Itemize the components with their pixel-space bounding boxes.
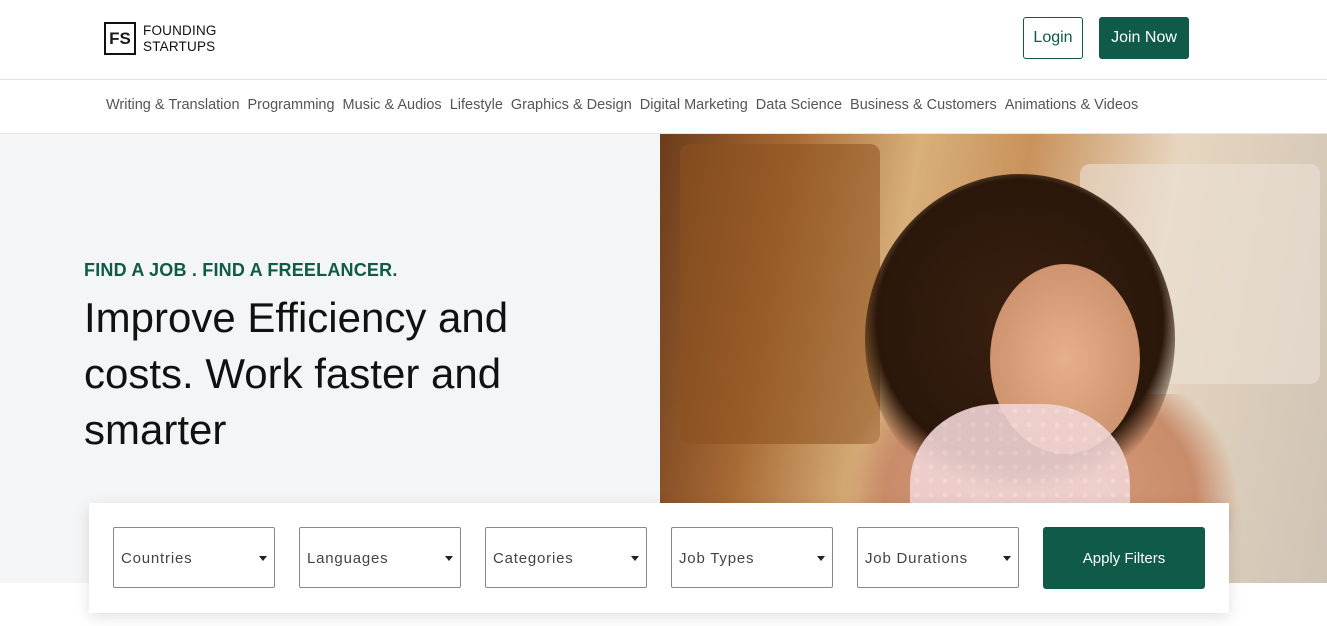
- join-now-button[interactable]: Join Now: [1099, 17, 1189, 59]
- logo-text: FOUNDING STARTUPS: [143, 23, 217, 55]
- categories-select-label: Categories: [493, 550, 574, 567]
- job-types-select[interactable]: Job Types: [671, 527, 833, 588]
- logo-text-line1: FOUNDING: [143, 22, 217, 38]
- logo-mark: FS: [104, 22, 136, 55]
- categories-select[interactable]: Categories: [485, 527, 647, 588]
- category-graphics-design[interactable]: Graphics & Design: [511, 97, 632, 113]
- languages-select[interactable]: Languages: [299, 527, 461, 588]
- category-business-customers[interactable]: Business & Customers: [850, 97, 997, 113]
- logo[interactable]: FS FOUNDING STARTUPS: [104, 22, 217, 55]
- logo-text-line2: STARTUPS: [143, 38, 216, 54]
- caret-down-icon: [817, 556, 825, 561]
- category-music-audios[interactable]: Music & Audios: [343, 97, 442, 113]
- category-lifestyle[interactable]: Lifestyle: [450, 97, 503, 113]
- caret-down-icon: [445, 556, 453, 561]
- caret-down-icon: [631, 556, 639, 561]
- job-durations-select-label: Job Durations: [865, 550, 968, 567]
- top-header: FS FOUNDING STARTUPS Login Join Now: [0, 0, 1327, 80]
- filter-bar: Countries Languages Categories Job Types…: [89, 503, 1229, 613]
- job-types-select-label: Job Types: [679, 550, 755, 567]
- job-durations-select[interactable]: Job Durations: [857, 527, 1019, 588]
- category-nav: Writing & Translation Programming Music …: [0, 80, 1327, 134]
- category-digital-marketing[interactable]: Digital Marketing: [640, 97, 748, 113]
- countries-select[interactable]: Countries: [113, 527, 275, 588]
- caret-down-icon: [259, 556, 267, 561]
- category-programming[interactable]: Programming: [248, 97, 335, 113]
- category-animations-videos[interactable]: Animations & Videos: [1005, 97, 1139, 113]
- category-writing-translation[interactable]: Writing & Translation: [106, 97, 240, 113]
- login-button[interactable]: Login: [1023, 17, 1083, 59]
- countries-select-label: Countries: [121, 550, 193, 567]
- languages-select-label: Languages: [307, 550, 389, 567]
- apply-filters-button[interactable]: Apply Filters: [1043, 527, 1205, 589]
- hero-tagline: FIND A JOB . FIND A FREELANCER.: [84, 260, 398, 280]
- category-data-science[interactable]: Data Science: [756, 97, 842, 113]
- caret-down-icon: [1003, 556, 1011, 561]
- hero-headline: Improve Efficiency and costs. Work faste…: [84, 294, 509, 453]
